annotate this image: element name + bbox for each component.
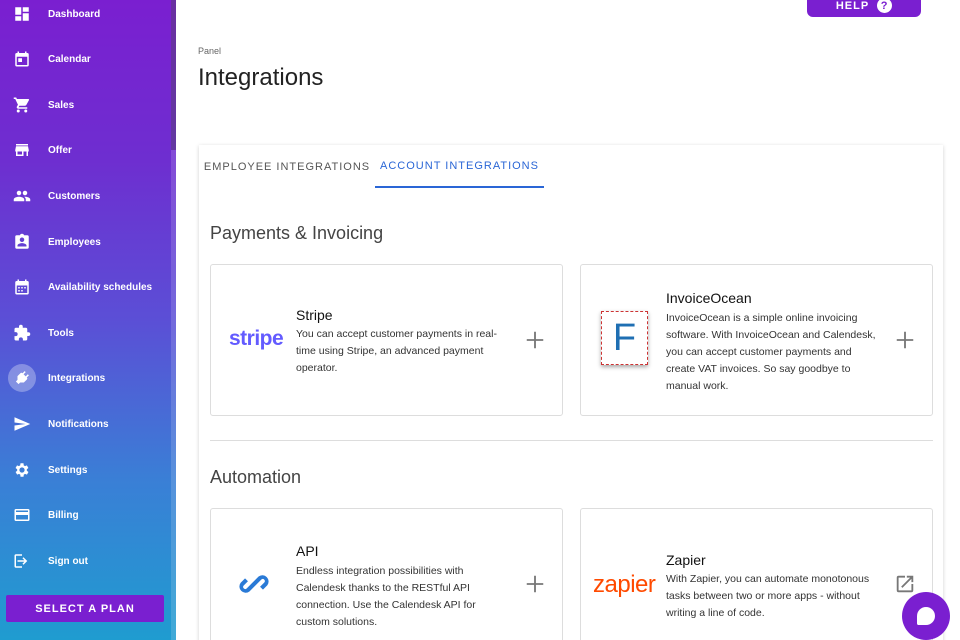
tab-employee-integrations[interactable]: EMPLOYEE INTEGRATIONS — [199, 145, 375, 188]
gear-icon — [8, 456, 36, 484]
dashboard-icon — [8, 0, 36, 28]
sidebar-item-label: Calendar — [48, 53, 91, 65]
sidebar-item-billing[interactable]: Billing — [0, 495, 172, 535]
sidebar-item-label: Integrations — [48, 372, 106, 384]
section-title-automation: Automation — [210, 467, 302, 487]
sidebar-item-label: Billing — [48, 509, 79, 521]
integration-description: You can accept customer payments in real… — [296, 328, 497, 374]
integration-card-api[interactable]: API Endless integration possibilities wi… — [210, 508, 563, 640]
integration-description: With Zapier, you can automate monotonous… — [666, 573, 870, 619]
integrations-panel: EMPLOYEE INTEGRATIONS ACCOUNT INTEGRATIO… — [199, 145, 943, 640]
open-external-icon[interactable] — [892, 571, 918, 597]
stripe-logo: stripe — [229, 327, 284, 350]
sidebar: Dashboard Calendar Sales Offer Customers… — [0, 0, 176, 640]
question-icon: ? — [877, 0, 893, 13]
store-icon — [8, 136, 36, 164]
sidebar-item-label: Settings — [48, 464, 88, 476]
integration-title: InvoiceOcean — [666, 290, 752, 306]
select-plan-button[interactable]: SELECT A PLAN — [6, 595, 164, 622]
link-icon — [229, 559, 279, 609]
cart-icon — [8, 91, 36, 119]
chat-launcher-button[interactable] — [902, 592, 950, 640]
help-label: HELP — [835, 0, 870, 12]
people-icon — [8, 182, 36, 210]
sidebar-item-sign-out[interactable]: Sign out — [0, 541, 172, 581]
invoiceocean-logo: F — [601, 311, 648, 365]
sidebar-item-label: Customers — [48, 190, 101, 202]
sidebar-item-sales[interactable]: Sales — [0, 85, 172, 125]
sidebar-item-label: Availability schedules — [48, 281, 153, 293]
sidebar-item-tools[interactable]: Tools — [0, 313, 172, 353]
add-icon[interactable] — [522, 327, 548, 353]
integration-card-zapier[interactable]: zapier Zapier With Zapier, you can autom… — [580, 508, 933, 640]
sidebar-item-label: Sign out — [48, 555, 88, 567]
badge-icon — [8, 228, 36, 256]
sign-out-icon — [8, 547, 36, 575]
zapier-logo: zapier — [593, 571, 656, 598]
tab-account-integrations[interactable]: ACCOUNT INTEGRATIONS — [375, 145, 544, 188]
section-divider — [210, 440, 933, 441]
puzzle-icon — [8, 319, 36, 347]
sidebar-item-label: Offer — [48, 144, 72, 156]
section-title-payments: Payments & Invoicing — [210, 223, 384, 243]
sidebar-item-label: Tools — [48, 327, 74, 339]
help-button[interactable]: HELP ? — [807, 0, 921, 17]
plug-icon — [8, 364, 36, 392]
integration-card-invoiceocean[interactable]: F InvoiceOcean InvoiceOcean is a simple … — [580, 264, 933, 416]
credit-card-icon — [8, 501, 36, 529]
sidebar-item-integrations[interactable]: Integrations — [0, 358, 172, 398]
chat-bubble-icon — [917, 607, 935, 625]
breadcrumb[interactable]: Panel — [198, 46, 221, 56]
sidebar-item-availability-schedules[interactable]: Availability schedules — [0, 267, 172, 307]
integration-description: Endless integration possibilities with C… — [296, 565, 476, 628]
sidebar-item-label: Dashboard — [48, 8, 101, 20]
sidebar-item-notifications[interactable]: Notifications — [0, 404, 172, 444]
sidebar-item-offer[interactable]: Offer — [0, 130, 172, 170]
calendar-icon — [8, 45, 36, 73]
sidebar-item-label: Sales — [48, 99, 75, 111]
integration-title: Stripe — [296, 307, 333, 323]
integration-description: InvoiceOcean is a simple online invoicin… — [666, 312, 876, 392]
sidebar-item-label: Employees — [48, 236, 101, 248]
sidebar-item-calendar[interactable]: Calendar — [0, 39, 172, 79]
add-icon[interactable] — [522, 571, 548, 597]
sidebar-item-dashboard[interactable]: Dashboard — [0, 0, 172, 34]
sidebar-item-settings[interactable]: Settings — [0, 450, 172, 490]
integration-title: Zapier — [666, 552, 706, 568]
sidebar-item-employees[interactable]: Employees — [0, 222, 172, 262]
sidebar-item-customers[interactable]: Customers — [0, 176, 172, 216]
page-title: Integrations — [198, 64, 324, 91]
integration-card-stripe[interactable]: stripe Stripe You can accept customer pa… — [210, 264, 563, 416]
send-icon — [8, 410, 36, 438]
add-icon[interactable] — [892, 327, 918, 353]
sidebar-item-label: Notifications — [48, 418, 109, 430]
integration-title: API — [296, 543, 319, 559]
schedule-icon — [8, 273, 36, 301]
